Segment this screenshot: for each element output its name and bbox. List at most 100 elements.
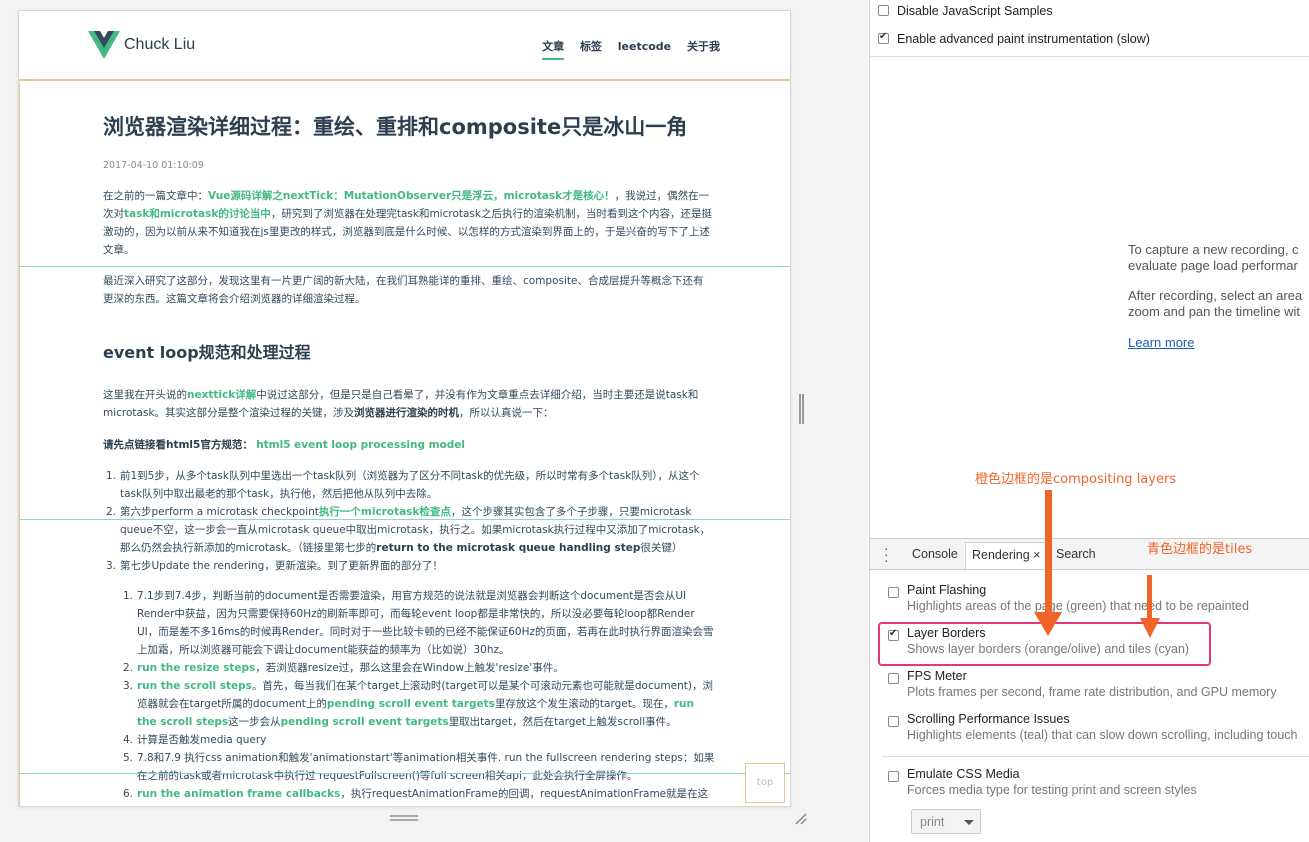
viewport-bottom-resize-grip[interactable]: [390, 815, 418, 821]
option-label: Enable advanced paint instrumentation (s…: [897, 32, 1150, 46]
checkbox[interactable]: [888, 587, 899, 598]
site-header: Chuck Liu 文章 标签 leetcode 关于我: [19, 11, 790, 81]
back-to-top-button[interactable]: top: [745, 763, 785, 803]
tab-search[interactable]: Search: [1056, 547, 1096, 561]
list-text: 这一步会从: [228, 716, 281, 728]
corner-resize-icon[interactable]: [794, 812, 808, 826]
option-desc: Plots frames per second, frame rate dist…: [907, 685, 1277, 699]
option-title: Paint Flashing: [907, 583, 987, 597]
nav-item-about[interactable]: 关于我: [687, 38, 720, 58]
link-resize-steps[interactable]: run the resize steps: [137, 662, 255, 674]
devtools-panel: Disable JavaScript Samples Enable advanc…: [869, 0, 1309, 842]
list-item: 5. 7.8和7.9 执行css animation和触发'animationst…: [123, 749, 715, 785]
list-text: 7.8和7.9 执行css animation和触发'animationstar…: [137, 752, 715, 782]
list-num: 3.: [106, 560, 117, 572]
nav-item-articles[interactable]: 文章: [542, 38, 565, 60]
article-title: 浏览器渲染详细过程：重绘、重排和composite只是冰山一角: [103, 115, 688, 139]
list-num: 6.: [123, 788, 134, 800]
list-num: 4.: [123, 734, 134, 746]
checkbox[interactable]: [888, 771, 899, 782]
list-strong: return to the microtask queue handling s…: [376, 542, 641, 554]
link-nexttick[interactable]: nexttick详解: [187, 389, 256, 401]
list-item: 1. 7.1步到7.4步，判断当前的document是否需要渲染，用官方规范的说法…: [123, 587, 715, 659]
tab-console[interactable]: Console: [912, 547, 958, 561]
link-html5-event-loop[interactable]: html5 event loop processing model: [256, 439, 465, 451]
article-date: 2017-04-10 01:10:09: [103, 160, 204, 171]
paragraph-second: 最近深入研究了这部分，发现这里有一片更广阔的新大陆，在我们耳熟能详的重排、重绘、…: [103, 275, 704, 305]
site-logo-text[interactable]: Chuck Liu: [124, 36, 195, 54]
tile-border-line: [20, 266, 790, 267]
list-item: 3. 第七步Update the rendering，更新渲染。到了更新界面的部分…: [106, 557, 715, 575]
page-viewport-pane: Chuck Liu 文章 标签 leetcode 关于我 浏览器渲染详细过程：重…: [0, 0, 868, 842]
vue-logo-icon[interactable]: [88, 31, 120, 59]
paragraph-third: 这里我在开头说的nexttick详解中说过这部分，但是只是自己看晕了，并没有作为…: [103, 386, 713, 422]
p3-strong: 浏览器进行渲染的时机: [354, 407, 460, 419]
tab-rendering-label: Rendering: [972, 548, 1030, 562]
link-task-microtask[interactable]: task和microtask的讨论当中: [124, 208, 271, 220]
list-num: 1.: [123, 590, 134, 602]
paragraph-intro: 在之前的一篇文章中：Vue源码详解之nextTick：MutationObser…: [103, 187, 713, 259]
link-vue-nexttick[interactable]: Vue源码详解之nextTick：MutationObserver只是浮云，mi…: [208, 190, 615, 202]
steps-list: 1. 前1到5步，从多个task队列中里选出一个task队列（浏览器为了区分不同t…: [106, 467, 715, 575]
option-label: Disable JavaScript Samples: [897, 4, 1053, 18]
list-text: 第六步perform a microtask checkpoint: [120, 506, 319, 518]
list-text: ，若浏览器resize过，那么这里会在Window上触发'resize'事件。: [255, 662, 564, 674]
close-icon[interactable]: ×: [1033, 548, 1040, 562]
list-text: 第七步Update the rendering，更新渲染。到了更新界面的部分了！: [120, 560, 443, 572]
list-num: 2.: [123, 662, 134, 674]
intro-text-a: 在之前的一篇文章中：: [103, 190, 208, 202]
viewport-resize-handle[interactable]: [799, 394, 804, 424]
advanced-paint-option[interactable]: Enable advanced paint instrumentation (s…: [878, 31, 1150, 46]
list-text: 前1到5步，从多个task队列中里选出一个task队列（浏览器为了区分不同tas…: [120, 470, 700, 500]
info-line: evaluate page load performar: [1128, 258, 1298, 273]
more-menu-icon[interactable]: · · ·: [884, 541, 889, 567]
article-body: 浏览器渲染详细过程：重绘、重排和composite只是冰山一角 2017-04-…: [19, 83, 790, 806]
list-num: 3.: [123, 680, 134, 692]
checkbox[interactable]: [888, 716, 899, 727]
nav-item-tags[interactable]: 标签: [580, 38, 602, 58]
disable-js-samples-option[interactable]: Disable JavaScript Samples: [878, 4, 1053, 18]
annotation-orange-label: 橙色边框的是compositing layers: [975, 472, 1177, 487]
list-item: 2. run the resize steps，若浏览器resize过，那么这里会…: [123, 659, 715, 677]
section-heading: event loop规范和处理过程: [103, 343, 311, 362]
sub-steps-list: 1. 7.1步到7.4步，判断当前的document是否需要渲染，用官方规范的说法…: [123, 587, 715, 806]
option-desc: Forces media type for testing print and …: [907, 783, 1197, 797]
media-type-value: print: [920, 815, 945, 829]
link-pending-scroll-2[interactable]: pending scroll event targets: [281, 716, 449, 728]
checkbox-checked[interactable]: [878, 31, 889, 44]
list-item: 1. 前1到5步，从多个task队列中里选出一个task队列（浏览器为了区分不同t…: [106, 467, 715, 503]
divider: [882, 756, 1309, 757]
list-text: 里取出target，然后在target上触发scroll事件。: [448, 716, 677, 728]
nav-item-leetcode[interactable]: leetcode: [618, 40, 671, 57]
link-pending-scroll[interactable]: pending scroll event targets: [327, 698, 495, 710]
list-item: 3. run the scroll steps。首先，每当我们在某个target上…: [123, 677, 715, 731]
media-type-select[interactable]: print: [911, 809, 981, 834]
chevron-down-icon: [964, 820, 974, 825]
learn-more-link[interactable]: Learn more: [1128, 335, 1194, 351]
checkbox[interactable]: [878, 5, 889, 16]
list-item: 6. run the animation frame callbacks，执行re…: [123, 785, 715, 806]
tab-rendering[interactable]: Rendering ×: [965, 542, 1048, 569]
link-animation-frame[interactable]: run the animation frame callbacks: [137, 788, 340, 800]
emulated-page[interactable]: Chuck Liu 文章 标签 leetcode 关于我 浏览器渲染详细过程：重…: [18, 10, 791, 807]
divider: [870, 56, 1309, 57]
tile-border-line: [20, 773, 790, 774]
paragraph-spec-link: 请先点链接看html5官方规范： html5 event loop proces…: [103, 436, 713, 454]
list-item: 4. 计算是否触发media query: [123, 731, 715, 749]
option-title: Scrolling Performance Issues: [907, 712, 1070, 726]
screenshot-stage: Chuck Liu 文章 标签 leetcode 关于我 浏览器渲染详细过程：重…: [0, 0, 1309, 842]
list-text: 很关键）: [640, 542, 683, 554]
option-desc: Highlights areas of the page (green) tha…: [907, 599, 1249, 613]
checkbox[interactable]: [888, 673, 899, 684]
info-line: After recording, select an area: [1128, 288, 1303, 303]
list-num: 5.: [123, 752, 134, 764]
link-scroll-steps[interactable]: run the scroll steps: [137, 680, 252, 692]
link-microtask-checkpoint[interactable]: 执行一个microtask检查点: [319, 506, 451, 518]
list-num: 1.: [106, 470, 117, 482]
list-text: 里存放这个发生滚动的target。现在，: [494, 698, 674, 710]
annotation-highlight-box: [878, 622, 1211, 666]
list-text: 计算是否触发media query: [137, 734, 267, 746]
tile-border-line: [20, 519, 790, 520]
list-text: 7.1步到7.4步，判断当前的document是否需要渲染，用官方规范的说法就是…: [137, 590, 714, 656]
p4-strong: 请先点链接看html5官方规范：: [103, 439, 253, 451]
